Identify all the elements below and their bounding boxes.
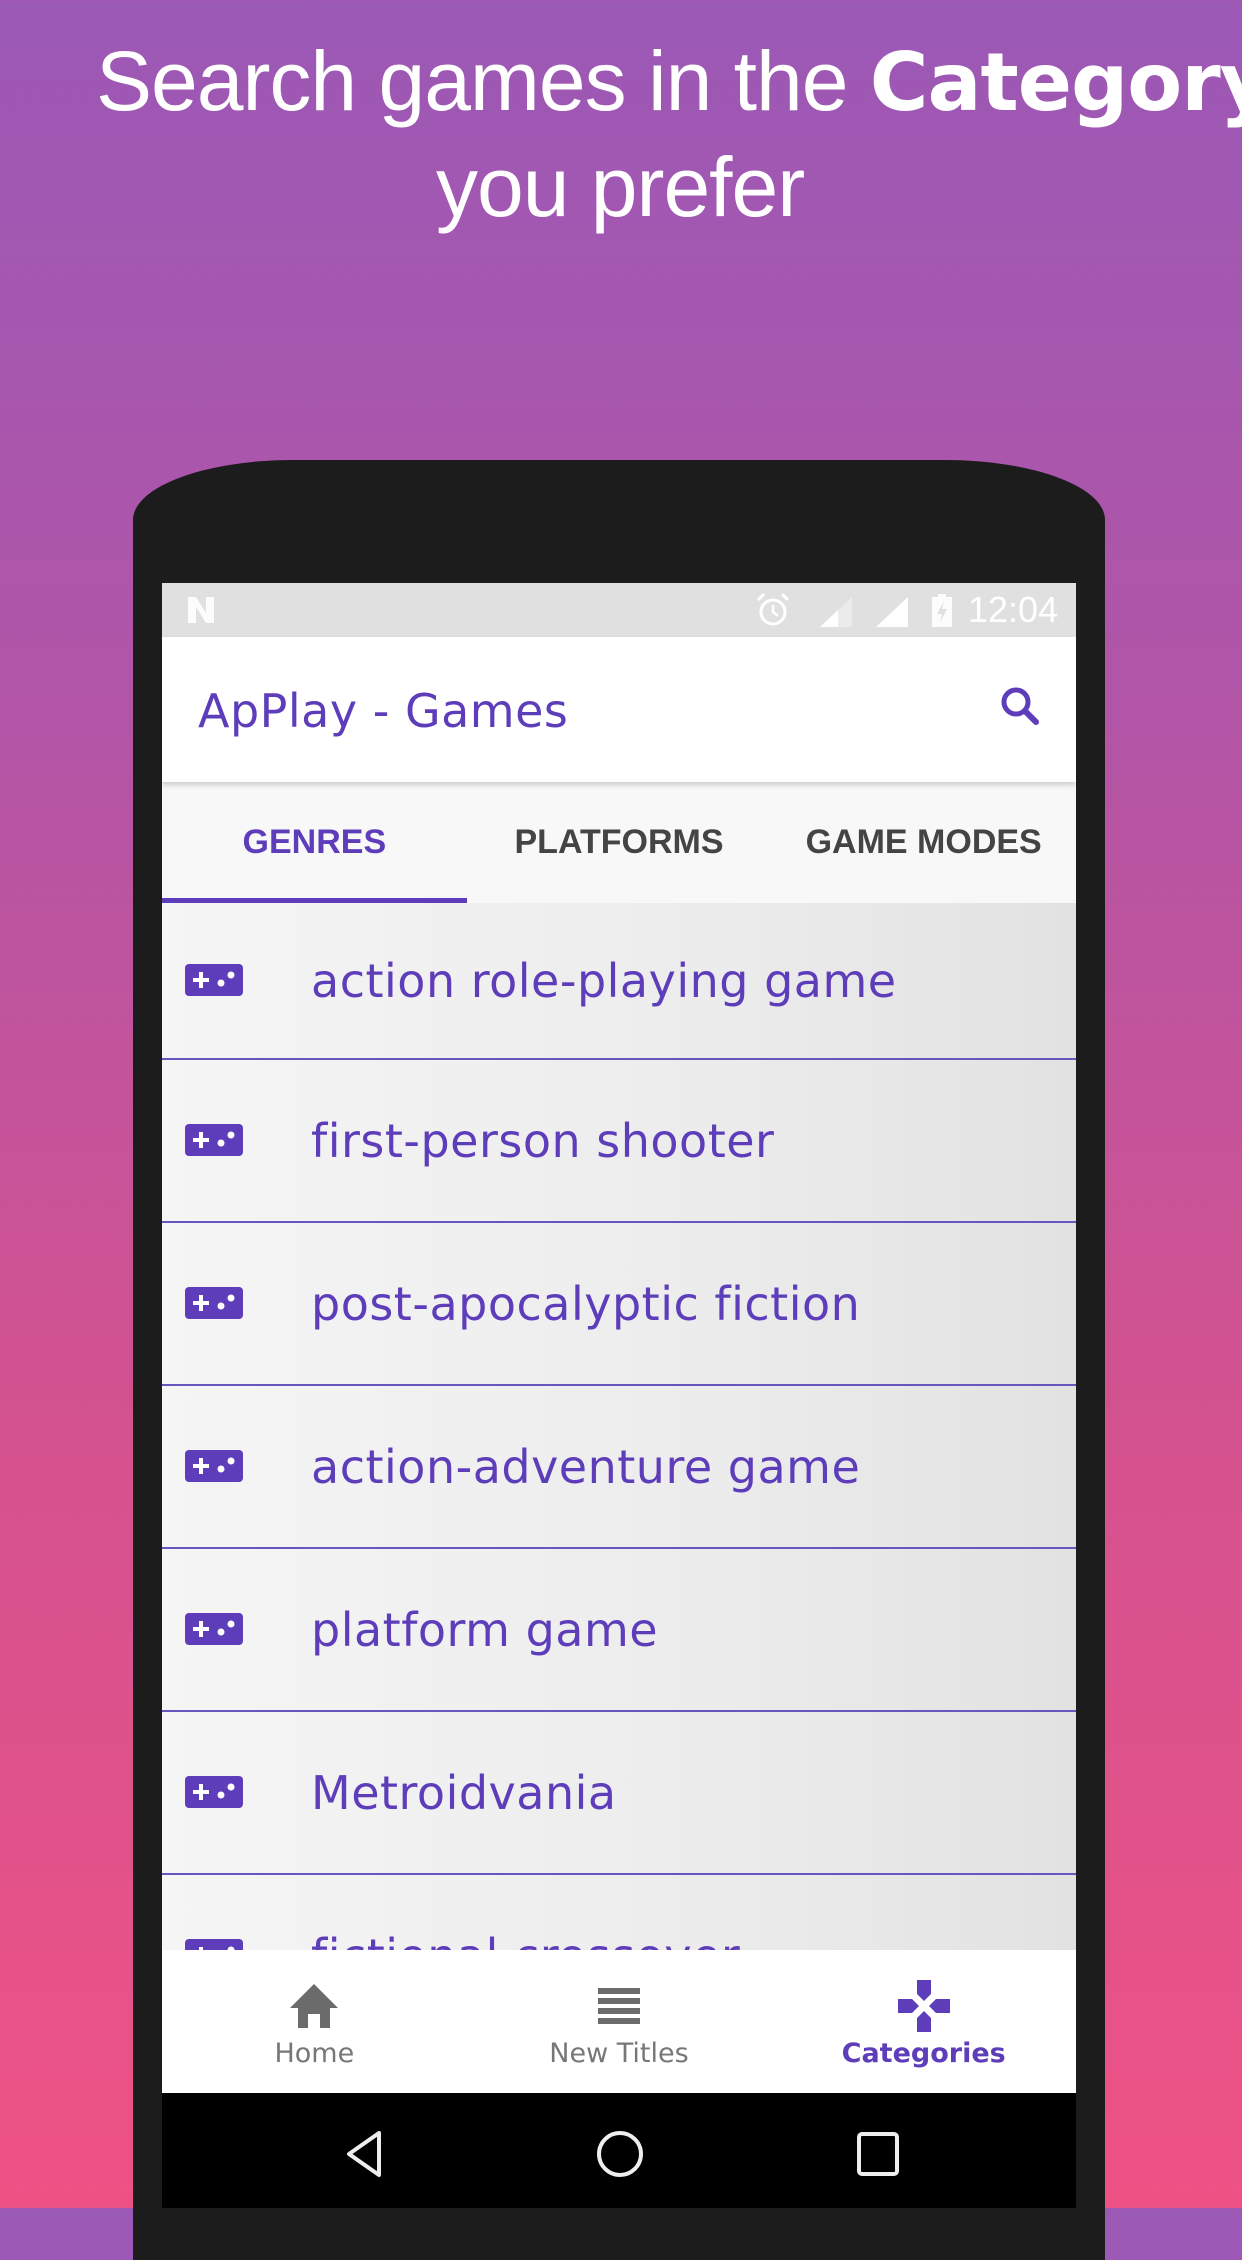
gamepad-icon	[185, 1775, 243, 1808]
genre-list: action role-playing game first-person sh…	[162, 903, 1076, 2038]
list-item[interactable]: action role-playing game	[162, 903, 1076, 1060]
nav-new-titles-label: New Titles	[549, 2038, 689, 2069]
list-item[interactable]: Metroidvania	[162, 1712, 1076, 1875]
gamepad-icon	[185, 1449, 243, 1482]
home-circle-icon[interactable]	[593, 2127, 647, 2181]
gamepad-icon	[185, 963, 243, 996]
genre-label: first-person shooter	[311, 1113, 775, 1168]
system-navigation-bar	[162, 2093, 1076, 2208]
app-title: ApPlay - Games	[198, 684, 569, 738]
tab-genres-label: GENRES	[242, 823, 387, 861]
tab-platforms[interactable]: PLATFORMS	[467, 782, 772, 903]
status-time: 12:04	[968, 589, 1059, 630]
category-tabs: GENRES PLATFORMS GAME MODES	[162, 782, 1076, 903]
list-item[interactable]: action-adventure game	[162, 1386, 1076, 1549]
list-item[interactable]: platform game	[162, 1549, 1076, 1712]
headline-prefix: Search games in the	[96, 34, 870, 128]
list-item[interactable]: post-apocalyptic fiction	[162, 1223, 1076, 1386]
gamepad-icon	[185, 1123, 243, 1156]
headline-emphasis: Category	[869, 36, 1242, 129]
list-icon	[598, 1988, 640, 2024]
headline-line-2: you prefer	[436, 140, 805, 234]
signal-icon	[876, 597, 908, 627]
gamepad-icon	[185, 1612, 243, 1645]
nav-home[interactable]: Home	[162, 1950, 467, 2093]
tab-game-modes[interactable]: GAME MODES	[771, 782, 1076, 903]
notification-n-icon	[188, 597, 214, 623]
phone-screen: 12:04 ApPlay - Games GENRES PLATFORMS GA…	[162, 583, 1076, 2208]
tab-genres[interactable]: GENRES	[162, 782, 467, 903]
status-bar: 12:04	[162, 583, 1076, 637]
nav-new-titles[interactable]: New Titles	[467, 1950, 772, 2093]
gamepad-icon	[185, 1286, 243, 1319]
genre-label: action-adventure game	[311, 1439, 861, 1494]
battery-charging-icon	[932, 594, 952, 627]
back-icon[interactable]	[337, 2127, 391, 2181]
bottom-navigation: Home New Titles Categories	[162, 1950, 1076, 2093]
tab-game-modes-label: GAME MODES	[805, 823, 1042, 861]
headline-line-1: Search games in the Category	[96, 28, 1242, 136]
genre-label: platform game	[311, 1602, 659, 1657]
search-icon[interactable]	[992, 679, 1048, 735]
dpad-icon	[897, 1980, 950, 2032]
genre-label: Metroidvania	[311, 1765, 617, 1820]
tab-platforms-label: PLATFORMS	[514, 823, 724, 861]
genre-label: action role-playing game	[311, 953, 897, 1008]
nav-categories-label: Categories	[841, 2038, 1006, 2069]
app-bar: ApPlay - Games	[162, 637, 1076, 782]
nav-categories[interactable]: Categories	[771, 1950, 1076, 2093]
list-item[interactable]: first-person shooter	[162, 1060, 1076, 1223]
genre-label: post-apocalyptic fiction	[311, 1276, 861, 1331]
home-icon	[290, 1984, 339, 2028]
signal-icon	[820, 597, 852, 627]
alarm-icon	[756, 592, 790, 626]
nav-home-label: Home	[274, 2038, 355, 2069]
recents-icon[interactable]	[851, 2127, 905, 2181]
